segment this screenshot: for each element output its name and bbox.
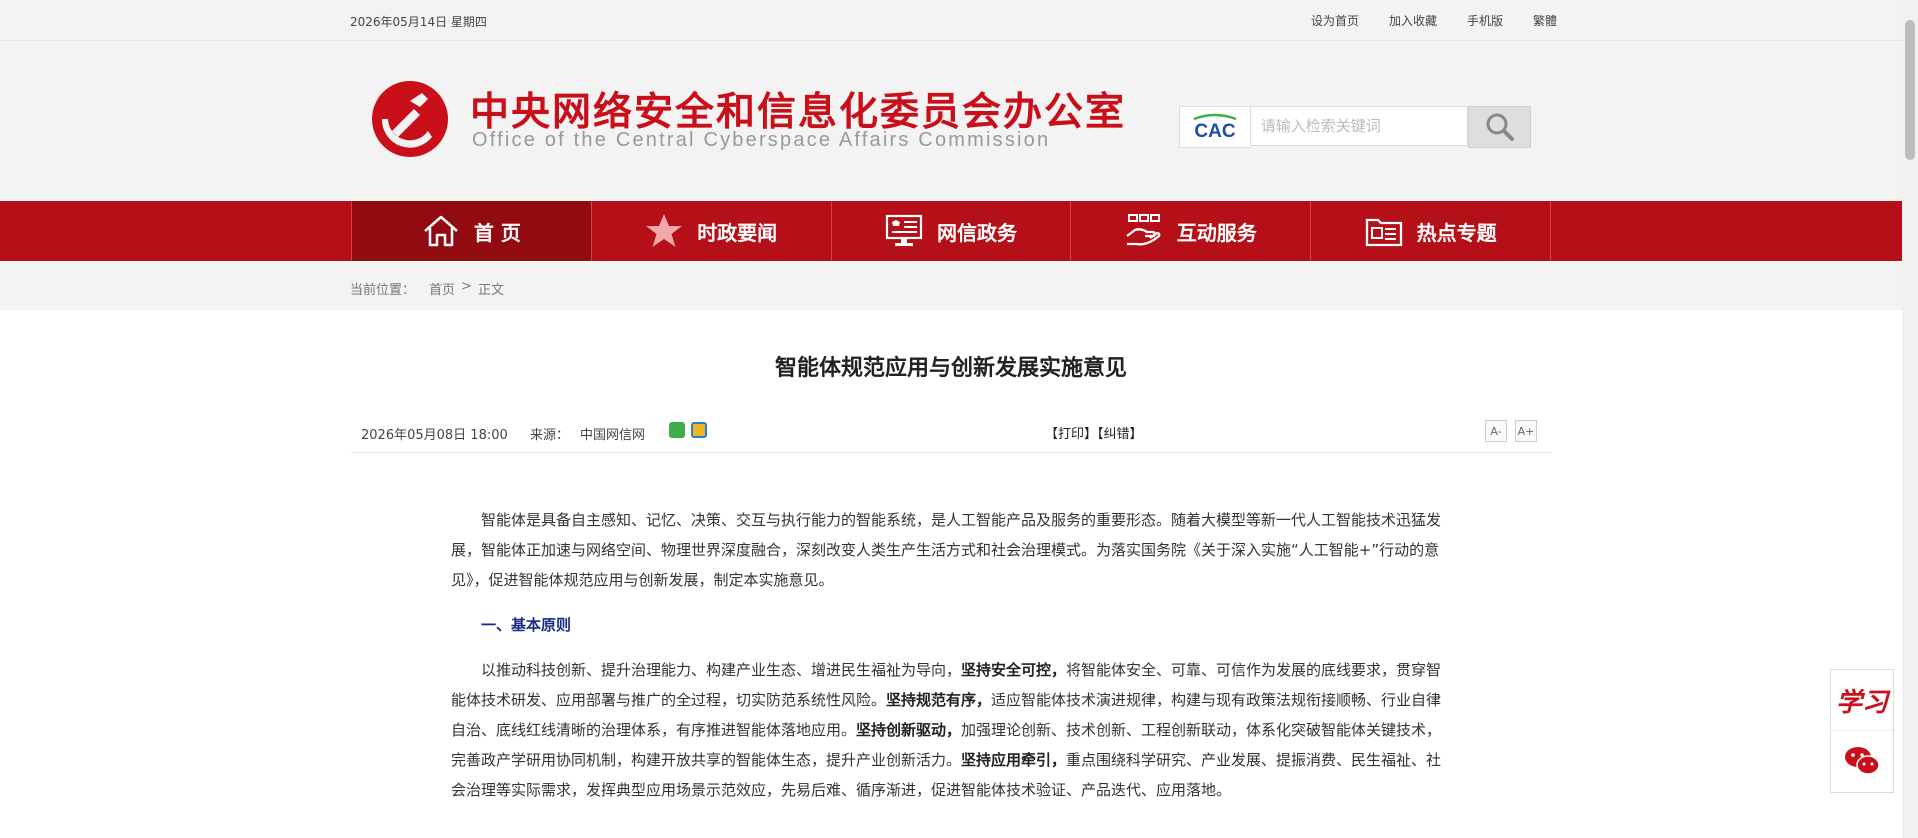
add-favorite-link[interactable]: 加入收藏 — [1389, 12, 1437, 29]
page-scrollbar[interactable] — [1902, 0, 1918, 838]
search-box: CAC — [1179, 106, 1531, 148]
wechat-button[interactable] — [1831, 731, 1893, 791]
site-header: 中央网络安全和信息化委员会办公室 Office of the Central C… — [0, 41, 1902, 201]
nav-label: 网信政务 — [936, 220, 1017, 245]
star-icon — [646, 214, 683, 247]
floating-widget: 学习 — [1830, 669, 1894, 793]
article-title: 智能体规范应用与创新发展实施意见 — [774, 356, 1127, 381]
font-decrease-button[interactable]: A- — [1485, 420, 1507, 442]
cac-logo-icon: CAC — [1193, 113, 1237, 141]
nav-label: 时政要闻 — [697, 220, 778, 245]
search-button[interactable] — [1468, 106, 1531, 148]
nav-item-government[interactable]: 网信政务 — [830, 201, 1071, 261]
xuexi-button[interactable]: 学习 — [1831, 670, 1893, 731]
traditional-chinese-link[interactable]: 繁體 — [1533, 12, 1557, 29]
nav-item-news[interactable]: 时政要闻 — [590, 201, 831, 261]
top-bar: 2026年05月14日 星期四 设为首页 加入收藏 手机版 繁體 — [0, 0, 1902, 41]
paragraph-principles: 以推动科技创新、提升治理能力、构建产业生态、增进民生福祉为导向，坚持安全可控，将… — [451, 655, 1451, 805]
share-buttons — [669, 422, 707, 438]
breadcrumb: 当前位置： 首页 > 正文 — [350, 279, 504, 298]
article-body: 智能体是具备自主感知、记忆、决策、交互与执行能力的智能系统，是人工智能产品及服务… — [451, 505, 1451, 820]
hand-service-icon — [1126, 214, 1161, 246]
source-name: 中国网信网 — [580, 428, 646, 443]
cac-logo: CAC — [1179, 106, 1250, 148]
breadcrumb-home-link[interactable]: 首页 — [429, 279, 455, 298]
font-increase-button[interactable]: A+ — [1515, 420, 1537, 442]
bold-segment: 坚持安全可控， — [961, 661, 1067, 679]
scrollbar-thumb[interactable] — [1905, 20, 1915, 160]
nav-item-interactive[interactable]: 互动服务 — [1070, 201, 1310, 261]
breadcrumb-current: 正文 — [477, 283, 504, 298]
bold-segment: 坚持规范有序， — [886, 691, 992, 709]
main-nav: 首 页 时政要闻 网信政务 互动服务 热点专题 — [0, 201, 1902, 261]
nav-label: 互动服务 — [1176, 220, 1257, 245]
site-title-en: Office of the Central Cyberspace Affairs… — [472, 129, 1051, 151]
source-label: 来源： — [530, 428, 570, 443]
bold-segment: 坚持应用牵引， — [961, 751, 1067, 769]
wechat-share-icon[interactable] — [669, 422, 685, 438]
set-homepage-link[interactable]: 设为首页 — [1311, 12, 1359, 29]
breadcrumb-separator: > — [461, 279, 472, 294]
top-links: 设为首页 加入收藏 手机版 繁體 — [1311, 12, 1557, 29]
monitor-icon — [885, 214, 923, 246]
mobile-version-link[interactable]: 手机版 — [1467, 12, 1503, 29]
breadcrumb-label: 当前位置： — [350, 283, 416, 298]
breadcrumb-bar: 当前位置： 首页 > 正文 — [0, 262, 1902, 310]
party-emblem-icon[interactable] — [370, 79, 450, 159]
text-segment: 以推动科技创新、提升治理能力、构建产业生态、增进民生福祉为导向， — [481, 661, 962, 679]
nav-item-home[interactable]: 首 页 — [351, 201, 591, 261]
publish-date: 2026年05月08日 18:00 — [361, 428, 508, 443]
section-heading: 一、基本原则 — [481, 616, 572, 634]
wechat-icon — [1845, 747, 1880, 775]
bold-segment: 坚持创新驱动， — [856, 721, 962, 739]
cac-logo-text: CAC — [1194, 121, 1235, 141]
paragraph-intro: 智能体是具备自主感知、记忆、决策、交互与执行能力的智能系统，是人工智能产品及服务… — [451, 511, 1442, 589]
nav-item-topics[interactable]: 热点专题 — [1310, 201, 1551, 261]
correction-link[interactable]: 【纠错】 — [1097, 427, 1143, 442]
nav-label: 热点专题 — [1416, 220, 1497, 245]
article-actions: 【打印】【纠错】 — [1045, 423, 1143, 442]
folder-icon — [1365, 218, 1402, 247]
qzone-share-icon[interactable] — [691, 422, 707, 438]
font-size-controls: A- A+ — [1485, 420, 1537, 442]
home-icon — [424, 215, 458, 247]
article-meta: 2026年05月08日 18:00 来源： 中国网信网 【打印】【纠错】 A- … — [351, 418, 1551, 453]
current-date: 2026年05月14日 星期四 — [350, 15, 487, 29]
nav-label: 首 页 — [473, 220, 521, 245]
print-link[interactable]: 【打印】 — [1045, 427, 1097, 442]
search-icon — [1486, 113, 1514, 141]
search-input[interactable] — [1249, 106, 1469, 146]
